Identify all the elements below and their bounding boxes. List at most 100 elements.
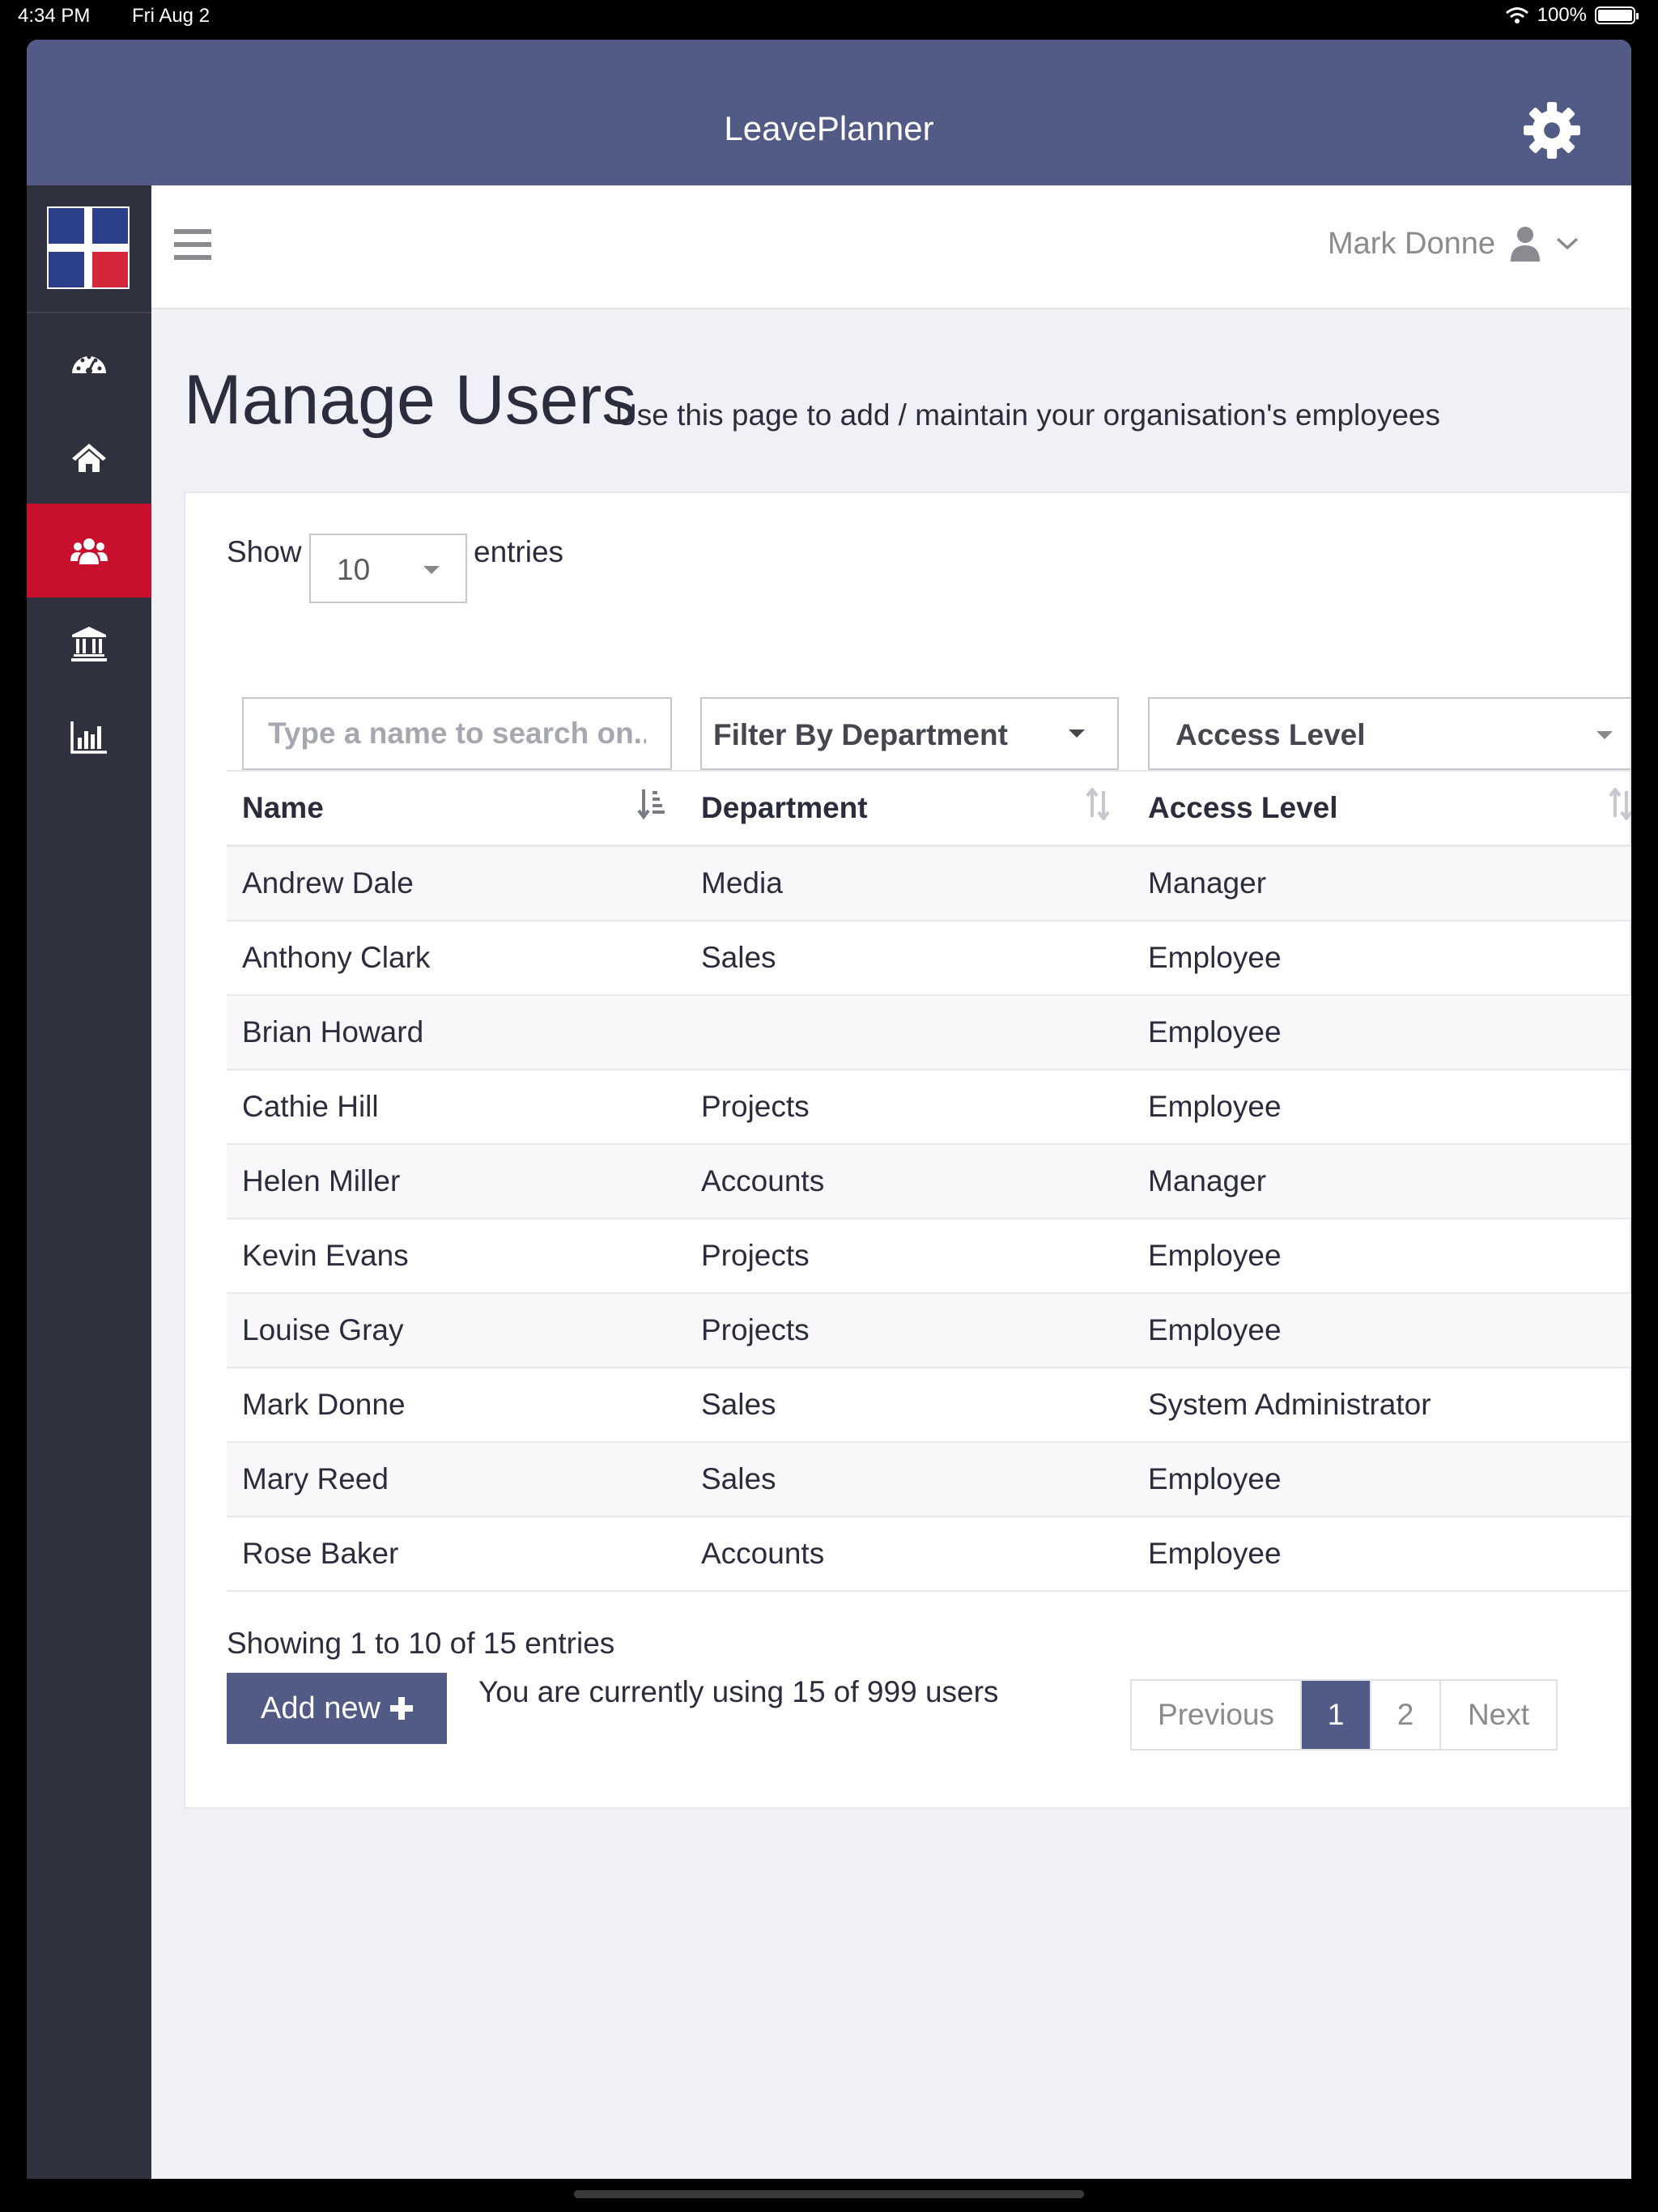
cell-department: Sales bbox=[701, 1388, 776, 1421]
access-level-filter-label: Access Level bbox=[1175, 718, 1366, 751]
cell-department: Accounts bbox=[701, 1537, 825, 1570]
home-icon bbox=[72, 444, 106, 472]
cell-name: Brian Howard bbox=[242, 1015, 424, 1049]
cell-name: Rose Baker bbox=[242, 1537, 399, 1570]
hamburger-menu-icon[interactable] bbox=[174, 228, 211, 262]
caret-down-icon bbox=[1596, 731, 1613, 739]
cell-access-level: Manager bbox=[1148, 866, 1267, 900]
cell-access-level: Employee bbox=[1148, 1537, 1282, 1570]
add-new-button[interactable]: Add new bbox=[227, 1673, 447, 1744]
entries-label: entries bbox=[474, 535, 564, 568]
table-row[interactable]: Helen Miller Accounts Manager bbox=[227, 1145, 1631, 1219]
department-filter[interactable]: Filter By Department bbox=[700, 697, 1119, 770]
sort-icon[interactable] bbox=[1608, 788, 1631, 820]
cell-department: Sales bbox=[701, 1462, 776, 1495]
search-input[interactable] bbox=[244, 699, 670, 768]
caret-down-icon bbox=[1069, 730, 1085, 738]
app-header: LeavePlanner bbox=[27, 40, 1631, 185]
bank-icon bbox=[71, 627, 107, 661]
cell-access-level: Employee bbox=[1148, 1090, 1282, 1123]
page-title: Manage Users bbox=[184, 361, 637, 439]
table-header: Name Department Access Level bbox=[227, 770, 1631, 847]
cell-name: Mary Reed bbox=[242, 1462, 389, 1495]
cell-name: Andrew Dale bbox=[242, 866, 414, 900]
add-new-label: Add new bbox=[261, 1691, 380, 1725]
cell-department: Projects bbox=[701, 1090, 810, 1123]
table-row[interactable]: Brian Howard Employee bbox=[227, 996, 1631, 1070]
pagination: Previous 1 2 Next bbox=[1130, 1679, 1558, 1750]
battery-percent: 100% bbox=[1537, 4, 1587, 26]
cell-access-level: Employee bbox=[1148, 941, 1282, 974]
status-bar: 4:34 PM Fri Aug 2 100% bbox=[0, 0, 1658, 39]
bar-chart-icon bbox=[70, 721, 107, 754]
cell-access-level: Manager bbox=[1148, 1164, 1267, 1197]
chevron-down-icon bbox=[1556, 237, 1579, 250]
company-logo[interactable] bbox=[47, 206, 130, 289]
cell-name: Helen Miller bbox=[242, 1164, 401, 1197]
cell-department: Projects bbox=[701, 1313, 810, 1346]
app-title: LeavePlanner bbox=[724, 109, 934, 147]
column-header-department[interactable]: Department bbox=[701, 791, 868, 825]
home-indicator[interactable] bbox=[574, 2190, 1084, 2198]
user-name: Mark Donne bbox=[1328, 226, 1495, 261]
table-row[interactable]: Anthony Clark Sales Employee bbox=[227, 921, 1631, 996]
access-level-filter[interactable]: Access Level bbox=[1148, 697, 1631, 770]
column-header-access-level[interactable]: Access Level bbox=[1148, 791, 1338, 825]
table-row[interactable]: Rose Baker Accounts Employee bbox=[227, 1517, 1631, 1592]
cell-department: Media bbox=[701, 866, 783, 900]
search-field[interactable] bbox=[242, 697, 672, 770]
sidebar-item-bank[interactable] bbox=[27, 597, 151, 691]
cell-access-level: Employee bbox=[1148, 1239, 1282, 1272]
cell-name: Kevin Evans bbox=[242, 1239, 409, 1272]
users-icon bbox=[70, 538, 108, 564]
status-date: Fri Aug 2 bbox=[132, 5, 210, 27]
status-right: 100% bbox=[1505, 4, 1639, 27]
main-content: Mark Donne Manage Users Use this page to… bbox=[151, 185, 1631, 2179]
app-window: LeavePlanner Mark Donne Manage Users Use… bbox=[27, 40, 1631, 2179]
sidebar-item-dashboard[interactable] bbox=[27, 317, 151, 411]
department-filter-label: Filter By Department bbox=[713, 718, 1008, 751]
cell-department: Sales bbox=[701, 941, 776, 974]
users-panel: Show 10 entries Filter By Department Acc… bbox=[184, 491, 1631, 1809]
plus-icon bbox=[389, 1697, 413, 1720]
cell-access-level: Employee bbox=[1148, 1313, 1282, 1346]
cell-access-level: Employee bbox=[1148, 1015, 1282, 1049]
table-row[interactable]: Kevin Evans Projects Employee bbox=[227, 1219, 1631, 1294]
sidebar-item-reports[interactable] bbox=[27, 690, 151, 784]
table-row[interactable]: Mark Donne Sales System Administrator bbox=[227, 1368, 1631, 1443]
settings-gear-icon[interactable] bbox=[1521, 100, 1583, 161]
wifi-icon bbox=[1505, 7, 1528, 23]
column-header-name[interactable]: Name bbox=[242, 791, 324, 825]
user-icon bbox=[1511, 227, 1540, 262]
sidebar-item-home[interactable] bbox=[27, 410, 151, 504]
dashboard-icon bbox=[72, 355, 106, 374]
table-row[interactable]: Cathie Hill Projects Employee bbox=[227, 1070, 1631, 1145]
cell-access-level: Employee bbox=[1148, 1462, 1282, 1495]
battery-icon bbox=[1595, 6, 1639, 24]
sidebar-item-users[interactable] bbox=[27, 504, 151, 598]
cell-department: Accounts bbox=[701, 1164, 825, 1197]
pagination-previous[interactable]: Previous bbox=[1132, 1681, 1302, 1749]
sort-icon[interactable] bbox=[1085, 788, 1112, 820]
logo-area bbox=[27, 185, 151, 313]
sidebar bbox=[27, 185, 151, 2179]
table-row[interactable]: Andrew Dale Media Manager bbox=[227, 847, 1631, 921]
cell-name: Mark Donne bbox=[242, 1388, 406, 1421]
table-row[interactable]: Mary Reed Sales Employee bbox=[227, 1443, 1631, 1517]
caret-down-icon bbox=[423, 566, 440, 574]
sort-alpha-down-icon[interactable] bbox=[637, 788, 665, 820]
cell-access-level: System Administrator bbox=[1148, 1388, 1431, 1421]
table-info: Showing 1 to 10 of 15 entries bbox=[227, 1627, 615, 1660]
entries-select[interactable]: 10 bbox=[309, 534, 467, 603]
usage-text: You are currently using 15 of 999 users bbox=[478, 1675, 999, 1708]
user-menu[interactable]: Mark Donne bbox=[1328, 226, 1579, 262]
status-time: 4:34 PM bbox=[18, 5, 91, 27]
pagination-page-2[interactable]: 2 bbox=[1371, 1681, 1441, 1749]
entries-select-value: 10 bbox=[337, 553, 371, 586]
users-table: Name Department Access Level Andrew Dale… bbox=[227, 770, 1631, 1592]
pagination-next[interactable]: Next bbox=[1441, 1681, 1556, 1749]
table-row[interactable]: Louise Gray Projects Employee bbox=[227, 1294, 1631, 1368]
sub-header: Mark Donne bbox=[151, 185, 1631, 309]
cell-name: Anthony Clark bbox=[242, 941, 431, 974]
pagination-page-1[interactable]: 1 bbox=[1302, 1681, 1371, 1749]
